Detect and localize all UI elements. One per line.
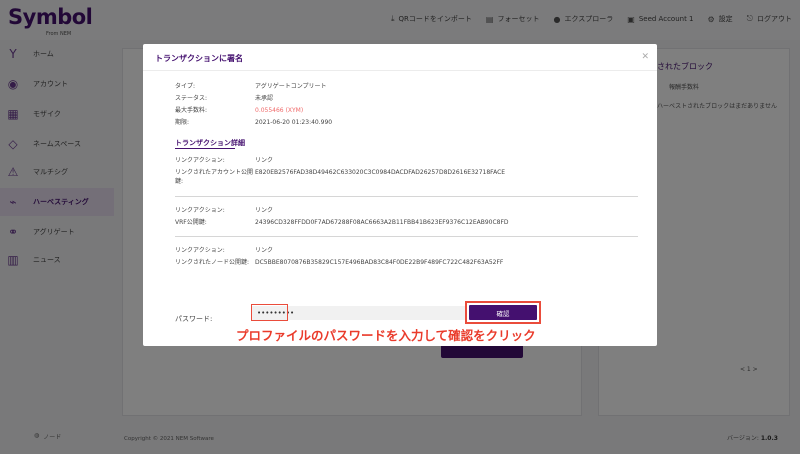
type-label: タイプ:: [175, 83, 196, 90]
link-action-label: リンクアクション:: [175, 207, 225, 214]
fee-amount: 0.055466: [255, 107, 284, 114]
transaction-details-heading: トランザクション詳細: [175, 139, 245, 147]
sign-transaction-modal: トランザクションに署名 ✕ タイプ: アグリゲートコンプリート ステータス: 未…: [143, 44, 657, 346]
confirm-button[interactable]: 確認: [469, 305, 537, 320]
status-value: 未承認: [255, 95, 274, 102]
divider: [175, 196, 638, 197]
linked-node-key-label: リンクされたノード公開鍵:: [175, 259, 250, 266]
instruction-annotation: プロファイルのパスワードを入力して確認をクリック: [236, 328, 536, 343]
link-action-value: リンク: [255, 157, 274, 164]
link-action-label: リンクアクション:: [175, 247, 225, 254]
vrf-key-value: 24396CD328FFDD0F7AD67288F08AC6663A2B11FB…: [255, 219, 509, 226]
max-fee-value: 0.055466 (XYM): [255, 106, 303, 115]
status-label: ステータス:: [175, 95, 208, 102]
vrf-key-label: VRF公開鍵:: [175, 219, 207, 226]
fee-unit: (XYM): [285, 107, 304, 114]
linked-account-key-value: E820EB2576FAD38D49462C633020C3C0984DACDF…: [255, 169, 506, 176]
divider: [175, 236, 638, 237]
link-action-value: リンク: [255, 207, 274, 214]
type-value: アグリゲートコンプリート: [255, 83, 327, 90]
linked-account-key-label: リンクされたアカウント公開鍵:: [175, 169, 254, 185]
password-label: パスワード:: [175, 315, 213, 323]
deadline-value: 2021-06-20 01:23:40.990: [255, 119, 333, 126]
max-fee-label: 最大手数料:: [175, 107, 208, 114]
close-icon[interactable]: ✕: [641, 52, 649, 62]
linked-node-key-value: DC5BBE8070876B35829C157E496BAD83C84F0DE2…: [255, 259, 504, 266]
deadline-label: 期限:: [175, 119, 190, 126]
password-highlight-box: [251, 304, 288, 321]
link-action-value: リンク: [255, 247, 274, 254]
modal-title: トランザクションに署名: [155, 54, 243, 63]
link-action-label: リンクアクション:: [175, 157, 225, 164]
heading-underline: [175, 148, 235, 149]
divider: [143, 70, 657, 71]
